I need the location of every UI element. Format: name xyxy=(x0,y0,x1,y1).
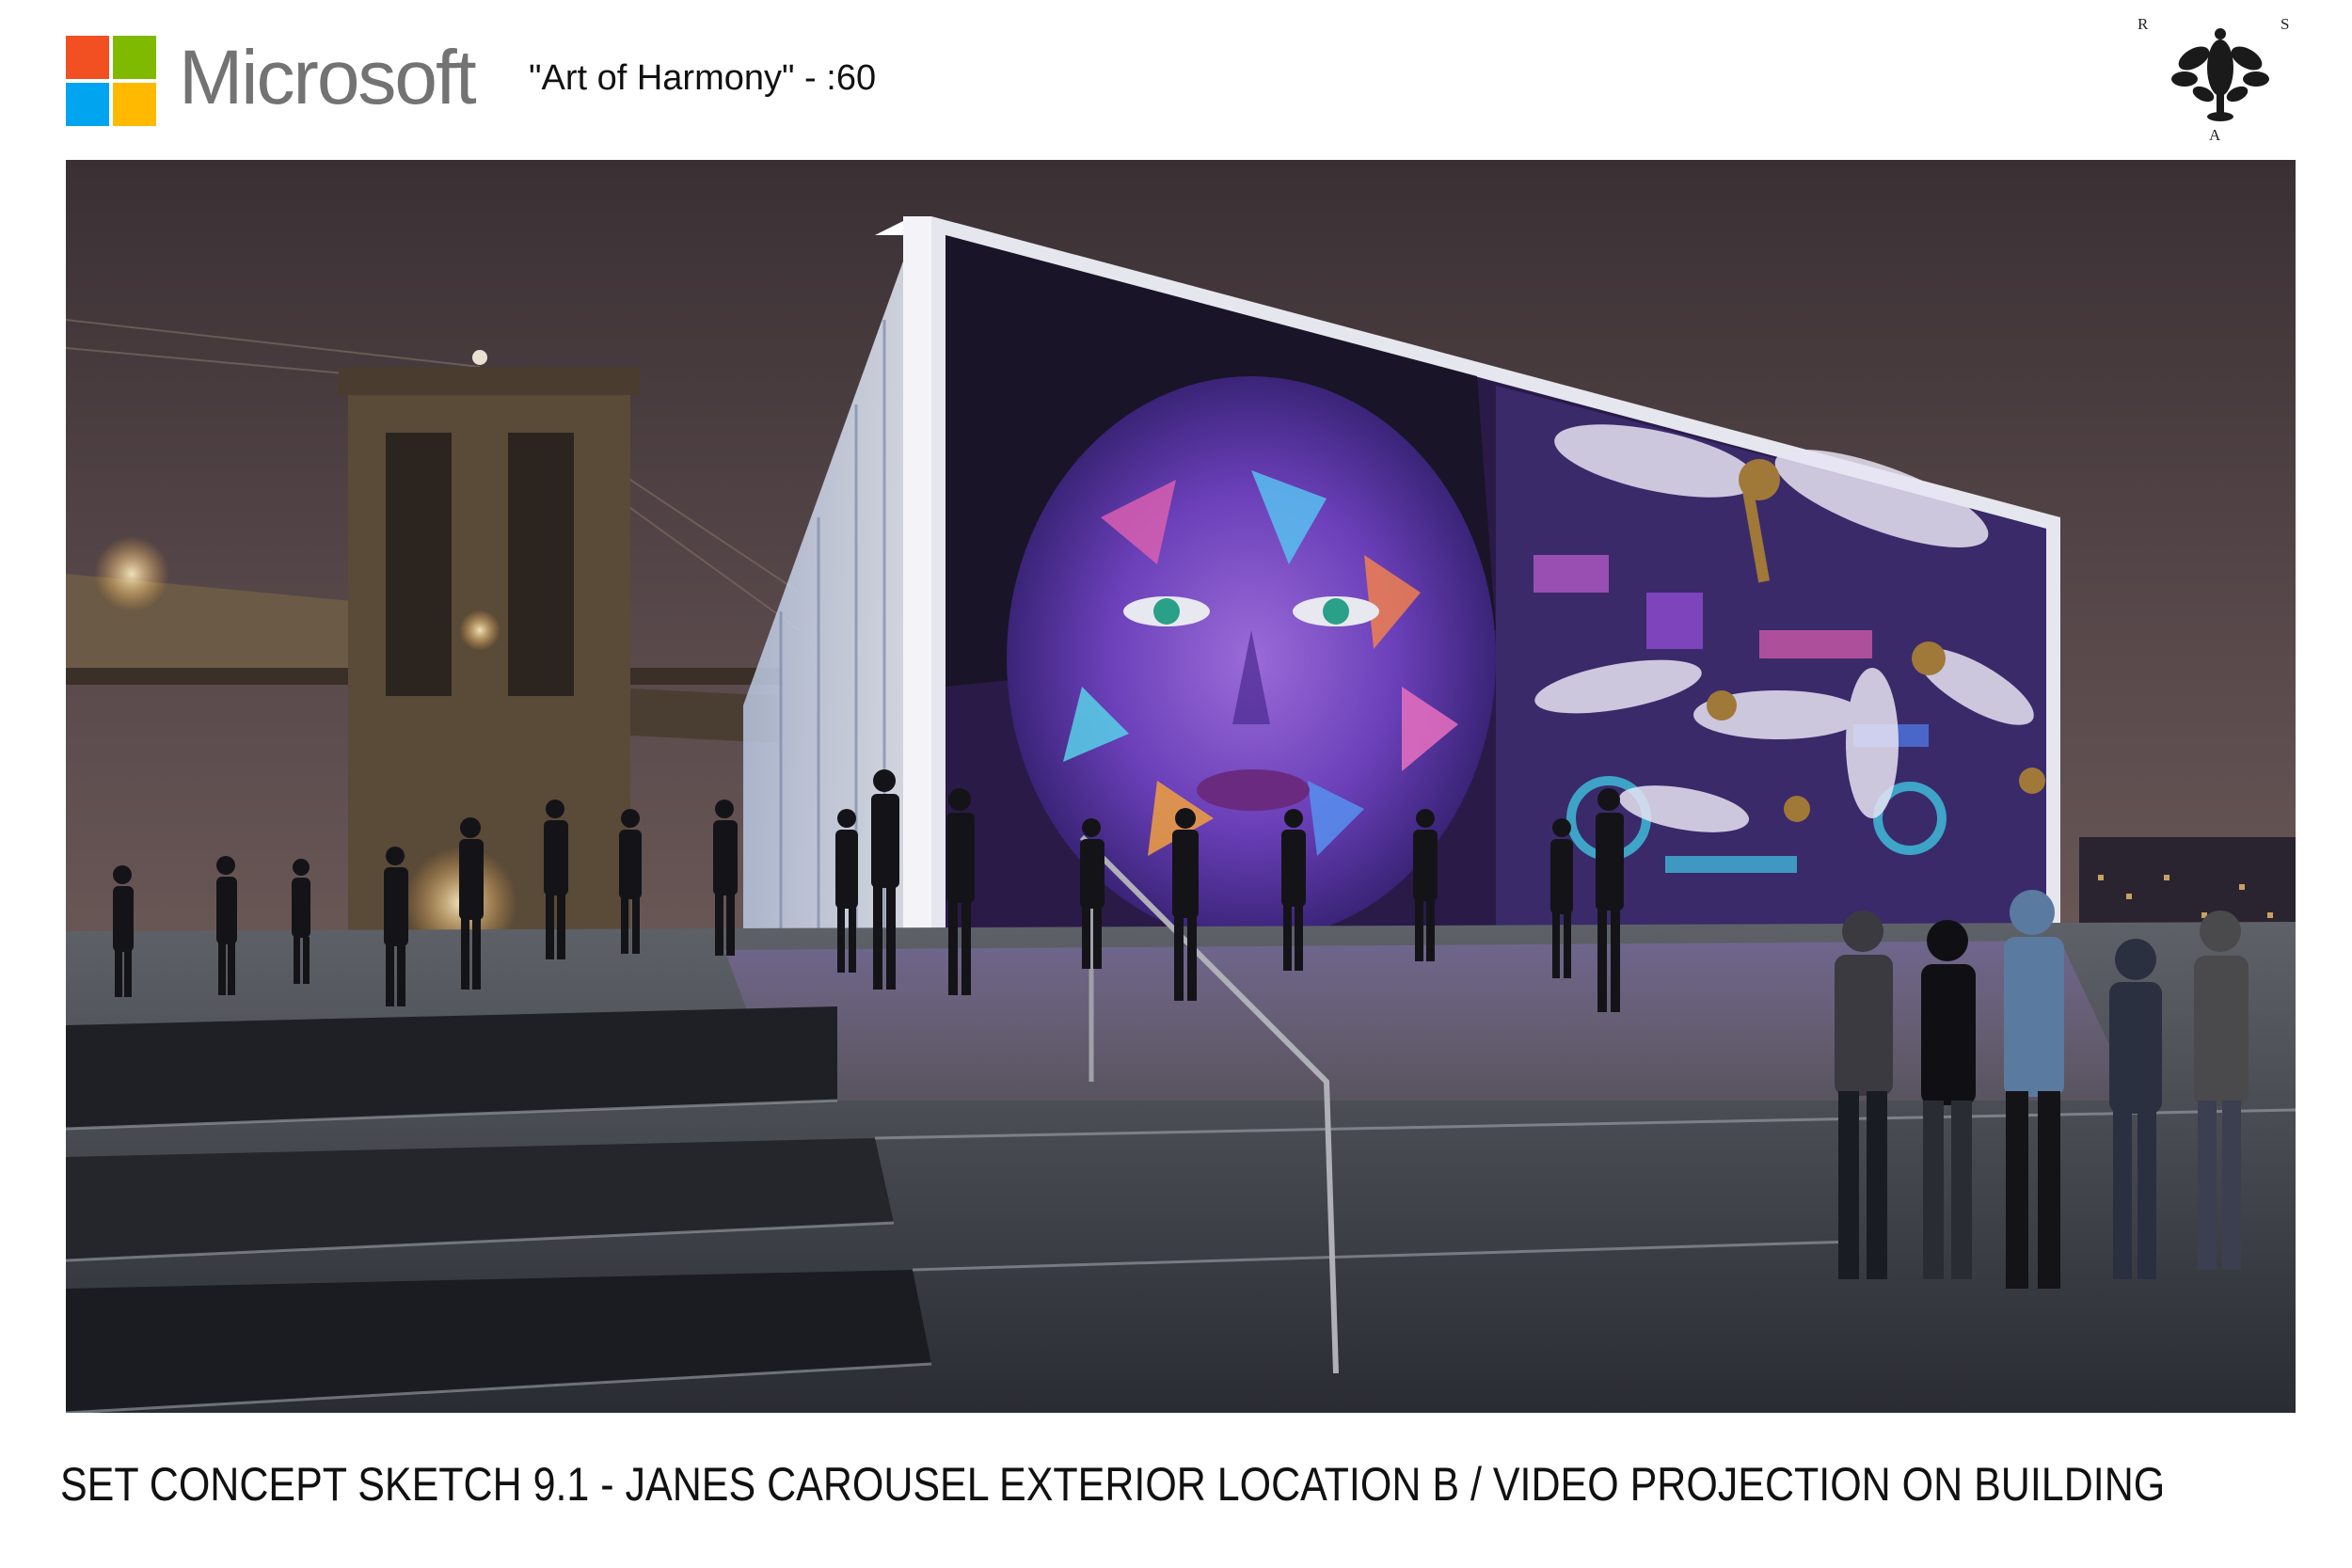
spot-title: "Art of Harmony" - :60 xyxy=(529,58,877,98)
fleur-ornament-icon xyxy=(2171,28,2269,121)
brand-name: Microsoft xyxy=(179,35,477,120)
microsoft-logo-icon xyxy=(66,36,156,126)
header: Microsoft "Art of Harmony" - :60 R S A xyxy=(0,0,2352,160)
sketch-caption: SET CONCEPT SKETCH 9.1 - JANES CAROUSEL … xyxy=(60,1458,2166,1511)
concept-rendering xyxy=(66,160,2296,1413)
monogram-logo: R S A xyxy=(2136,11,2305,152)
rendering-image xyxy=(66,160,2296,1413)
